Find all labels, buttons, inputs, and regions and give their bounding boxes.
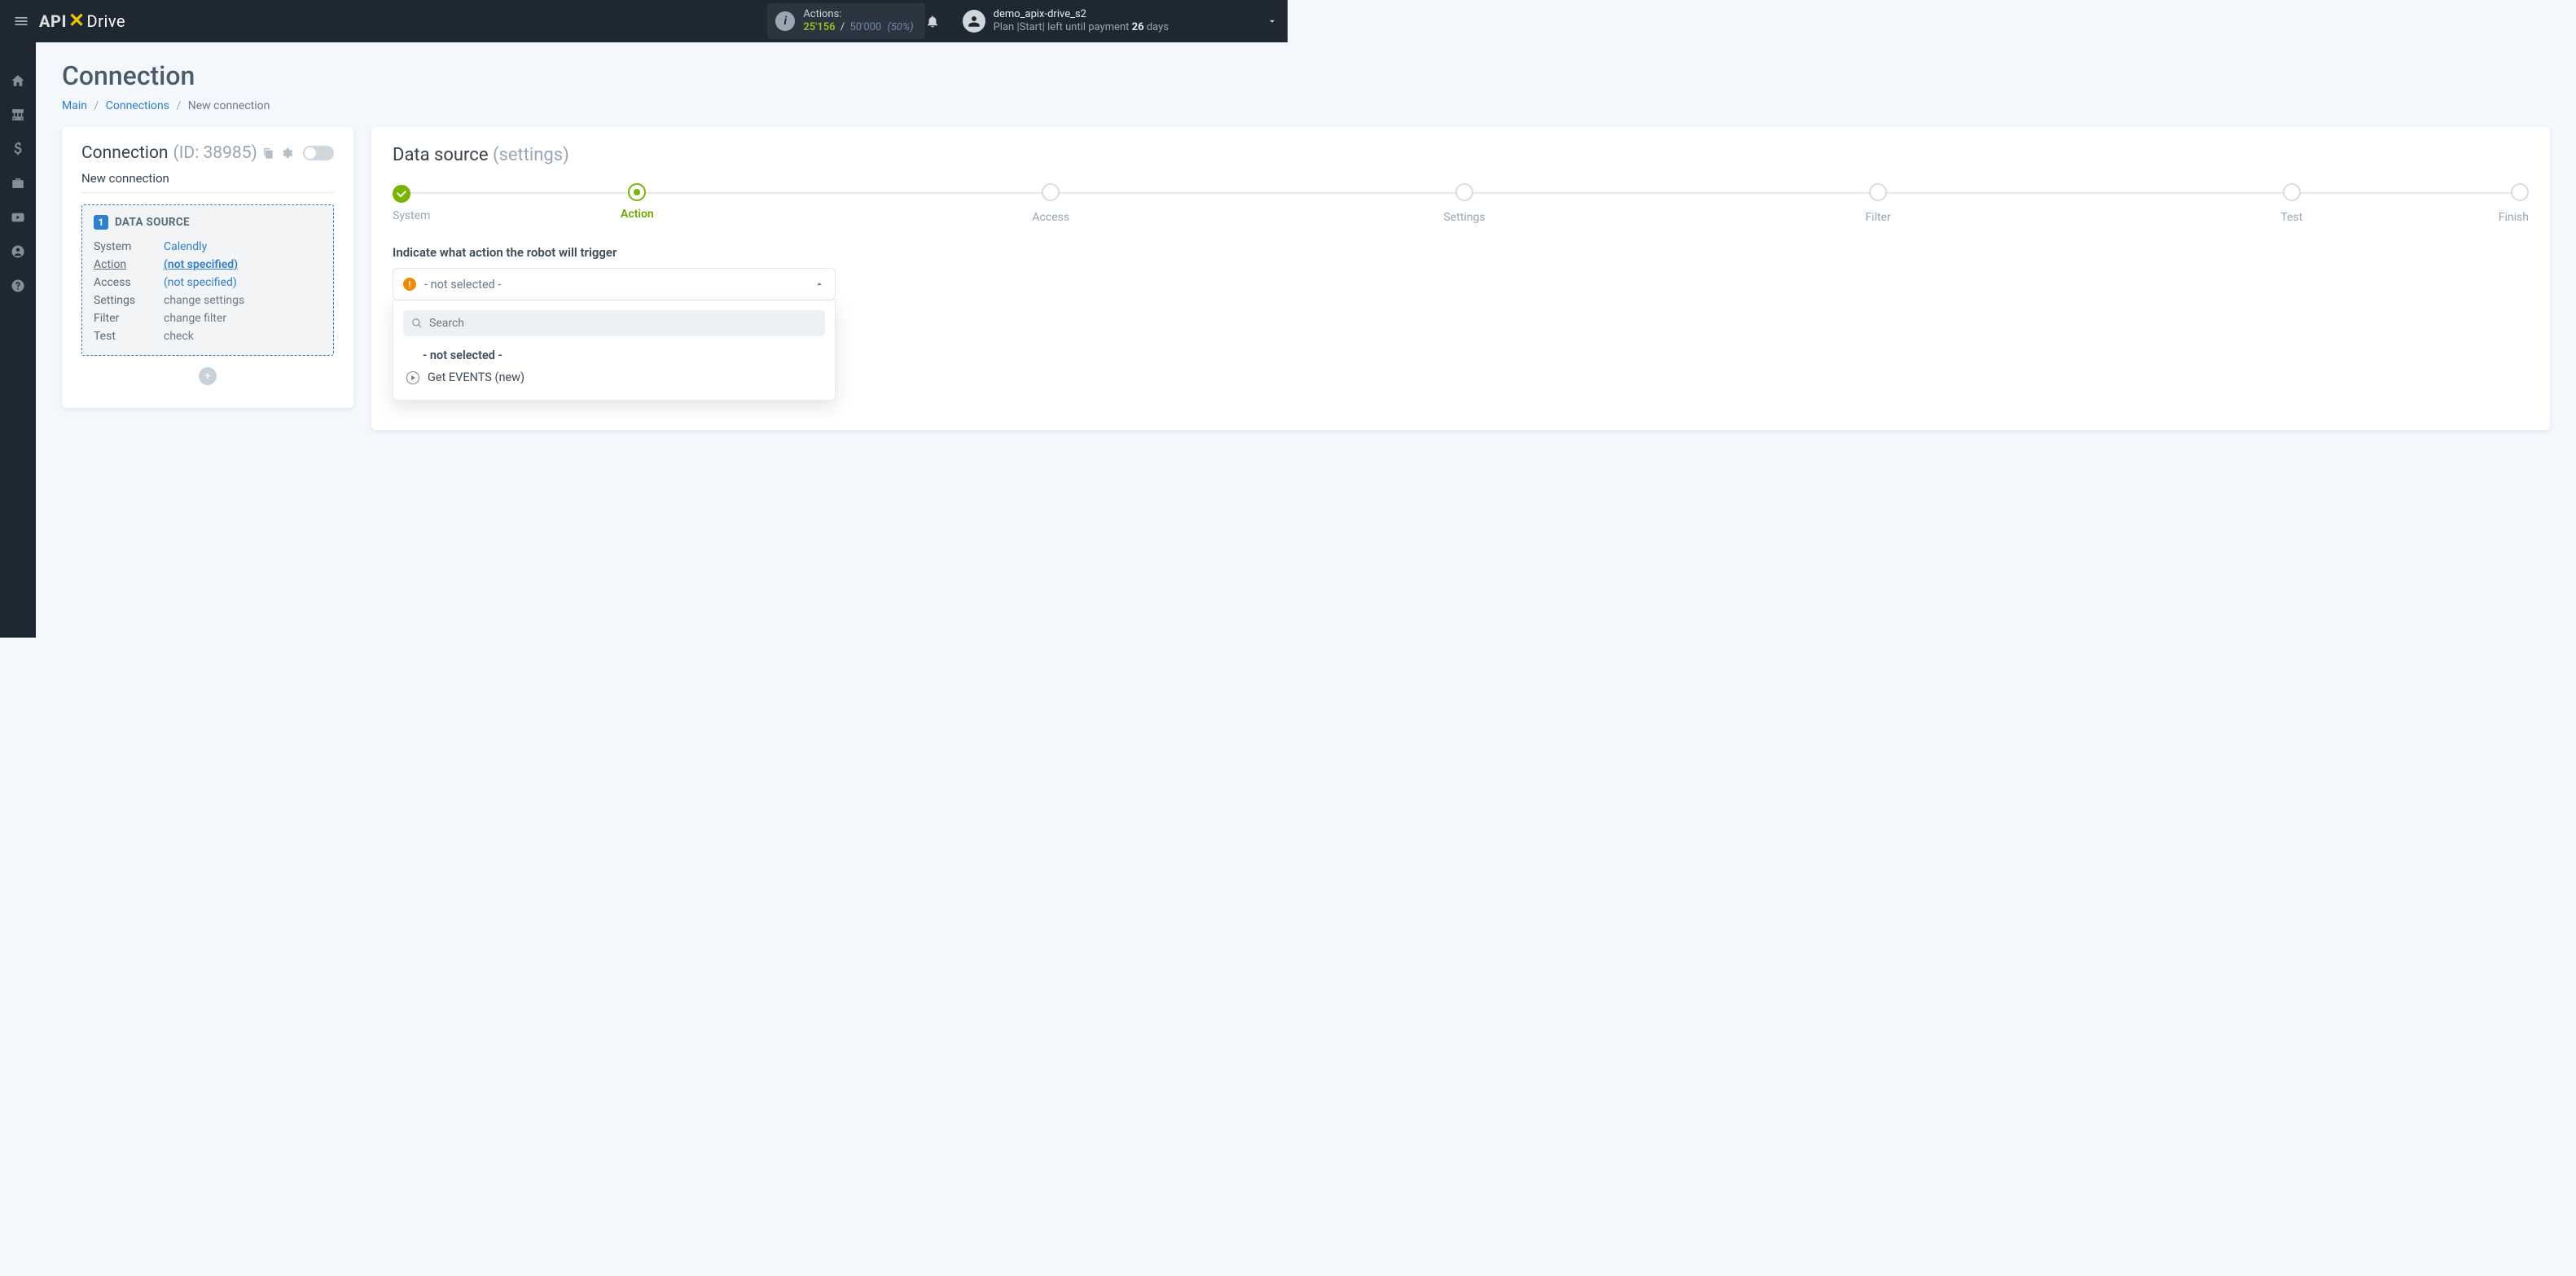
chevron-down-icon[interactable] [1266,15,1278,27]
data-source-box: 1 DATA SOURCE SystemCalendly Action(not … [81,204,334,356]
connection-name[interactable]: New connection [81,171,334,193]
settings-title: Data source (settings) [393,145,2529,165]
ds-action-link[interactable]: (not specified) [164,256,238,274]
add-destination-button[interactable]: + [199,367,217,385]
sidebar [0,42,36,638]
top-bar: API ✕ Drive i Actions: 25'156 / 50'000 (… [0,0,1288,42]
ds-access-link[interactable]: (not specified) [164,274,237,292]
sidebar-briefcase-icon[interactable] [0,166,36,200]
play-icon [406,371,419,384]
logo-api: API [39,11,67,31]
bell-icon[interactable] [925,14,958,29]
step-finish[interactable]: Finish [2499,183,2529,224]
step-test[interactable]: Test [2085,183,2499,224]
info-icon: i [775,11,795,31]
dropdown-search[interactable] [403,310,825,336]
sidebar-connections-icon[interactable] [0,98,36,132]
crumb-main[interactable]: Main [62,99,87,112]
actions-counter[interactable]: i Actions: 25'156 / 50'000 (50%) [767,3,924,38]
warning-icon: ! [403,278,416,291]
sidebar-billing-icon[interactable] [0,132,36,166]
page-title: Connection [62,60,2550,91]
actions-percent: (50%) [887,21,913,33]
option-get-events[interactable]: Get EVENTS (new) [403,366,825,388]
step-filter[interactable]: Filter [1671,183,2085,224]
breadcrumb: Main / Connections / New connection [62,99,2550,112]
logo[interactable]: API ✕ Drive [39,11,125,32]
menu-icon[interactable] [10,10,33,33]
ds-filter-link[interactable]: change filter [164,309,226,327]
crumb-connections[interactable]: Connections [106,99,169,112]
content: Connection Main / Connections / New conn… [36,42,2576,448]
action-dropdown: - not selected - Get EVENTS (new) [393,300,836,401]
connection-id: (ID: 38985) [173,143,257,163]
ds-test-link[interactable]: check [164,327,194,345]
action-select[interactable]: ! - not selected - [393,268,836,300]
sidebar-video-icon[interactable] [0,200,36,235]
stepper: System Action Access Settings Filter Tes… [393,183,2529,224]
actions-label: Actions: [803,8,913,21]
actions-limit: 50'000 [849,21,881,33]
search-icon [411,318,423,329]
user-plan: Plan |Start| left until payment 26 days [994,21,1169,34]
enable-toggle[interactable] [303,146,334,160]
avatar-icon [963,10,985,33]
step-badge: 1 [94,215,108,230]
sidebar-help-icon[interactable] [0,269,36,303]
logo-x-icon: ✕ [68,9,86,32]
copy-icon[interactable] [262,147,275,160]
step-action[interactable]: Action [430,183,844,221]
actions-used: 25'156 [803,21,835,33]
sidebar-home-icon[interactable] [0,64,36,98]
user-name: demo_apix-drive_s2 [994,8,1169,21]
ds-settings-link[interactable]: change settings [164,292,244,309]
select-label: Indicate what action the robot will trig… [393,245,2529,260]
connection-title: Connection [81,143,169,163]
action-select-value: - not selected - [424,278,501,292]
option-not-selected[interactable]: - not selected - [403,344,825,366]
logo-drive: Drive [87,11,125,31]
gear-icon[interactable] [280,147,293,160]
crumb-current: New connection [188,99,270,112]
user-menu[interactable]: demo_apix-drive_s2 Plan |Start| left unt… [963,8,1169,35]
settings-card: Data source (settings) System Action Acc… [371,127,2550,430]
chevron-up-icon [814,278,825,290]
step-system[interactable]: System [393,183,430,222]
ds-system-link[interactable]: Calendly [164,238,207,256]
connection-card: Connection (ID: 38985) New connection 1 … [62,127,353,408]
dropdown-search-input[interactable] [429,317,817,330]
data-source-title: DATA SOURCE [115,216,190,229]
sidebar-account-icon[interactable] [0,235,36,269]
step-access[interactable]: Access [844,183,1257,224]
step-settings[interactable]: Settings [1257,183,1671,224]
